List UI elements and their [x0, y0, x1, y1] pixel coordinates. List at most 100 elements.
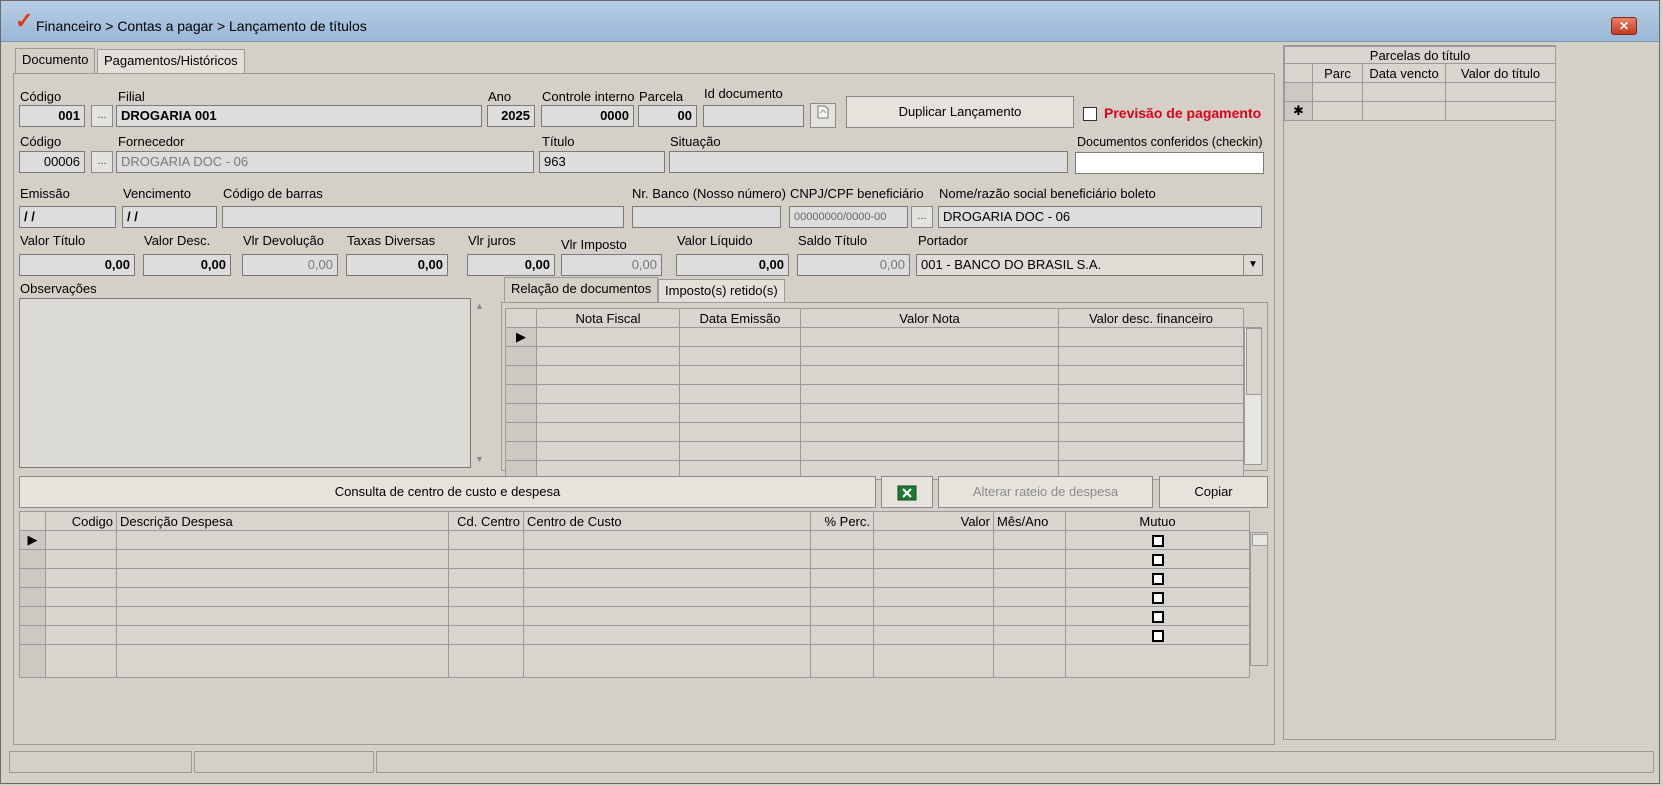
observacoes-textarea[interactable] — [19, 298, 471, 468]
mutuo-checkbox[interactable] — [1151, 630, 1164, 643]
scroll-down-icon[interactable]: ▼ — [475, 454, 487, 464]
col-data-emissao[interactable]: Data Emissão — [679, 308, 801, 328]
mutuo-checkbox[interactable] — [1151, 592, 1164, 605]
vencimento-field[interactable]: / / — [122, 206, 217, 228]
col-nota-fiscal[interactable]: Nota Fiscal — [536, 308, 680, 328]
centro-custo-scrollbar[interactable] — [1250, 532, 1268, 666]
documentos-scrollbar[interactable] — [1244, 327, 1262, 465]
controle-interno-field[interactable]: 0000 — [541, 105, 634, 127]
mutuo-checkbox[interactable] — [1151, 535, 1164, 548]
centro-custo-grid-header: Codigo Descrição Despesa Cd. Centro Cent… — [19, 511, 1250, 531]
parcela-field[interactable]: 00 — [638, 105, 697, 127]
table-row[interactable]: ▶ — [19, 530, 1250, 550]
portador-select[interactable]: 001 - BANCO DO BRASIL S.A. ▼ — [916, 254, 1263, 276]
checkin-label: Documentos conferidos (checkin) — [1077, 135, 1263, 149]
table-row[interactable] — [505, 403, 1244, 423]
tab-documento[interactable]: Documento — [15, 48, 96, 74]
observacoes-label: Observações — [20, 281, 97, 296]
col-centro-custo[interactable]: Centro de Custo — [523, 511, 811, 531]
col-valor-titulo[interactable]: Valor do título — [1444, 63, 1557, 83]
tab-pagamentos[interactable]: Pagamentos/Históricos — [97, 49, 245, 73]
id-documento-field[interactable] — [703, 105, 804, 127]
mutuo-checkbox[interactable] — [1151, 554, 1164, 567]
tab-relacao-documentos[interactable]: Relação de documentos — [504, 277, 659, 303]
checkin-field[interactable] — [1075, 152, 1264, 174]
filial-field[interactable]: DROGARIA 001 — [116, 105, 482, 127]
col-parc[interactable]: Parc — [1312, 63, 1363, 83]
scroll-up-icon[interactable]: ▲ — [475, 301, 487, 311]
scrollbar-thumb[interactable] — [1252, 534, 1268, 546]
col-codigo[interactable]: Codigo — [45, 511, 117, 531]
titulo-field[interactable]: 963 — [539, 151, 665, 173]
ano-field[interactable]: 2025 — [487, 105, 535, 127]
table-row[interactable] — [505, 441, 1244, 461]
mutuo-checkbox[interactable] — [1151, 611, 1164, 624]
table-row[interactable] — [19, 587, 1250, 607]
check-logo-icon: ✓ — [15, 8, 34, 33]
codigo-filial-field[interactable]: 001 — [19, 105, 85, 127]
col-valor[interactable]: Valor — [873, 511, 994, 531]
duplicar-lancamento-button[interactable]: Duplicar Lançamento — [846, 96, 1074, 128]
cnpj-lookup-button[interactable]: ... — [911, 206, 933, 228]
consulta-centro-custo-button[interactable]: Consulta de centro de custo e despesa — [19, 476, 876, 508]
table-row[interactable] — [19, 606, 1250, 626]
table-row[interactable] — [19, 549, 1250, 569]
codigo-barras-field[interactable] — [222, 206, 624, 228]
nr-banco-field[interactable] — [632, 206, 781, 228]
valor-desc-field[interactable]: 0,00 — [143, 254, 231, 276]
mutuo-checkbox[interactable] — [1151, 573, 1164, 586]
vencimento-label: Vencimento — [123, 186, 191, 201]
taxas-diversas-field[interactable]: 0,00 — [346, 254, 448, 276]
vlr-devolucao-label: Vlr Devolução — [243, 233, 324, 248]
table-row[interactable] — [505, 365, 1244, 385]
table-row[interactable] — [505, 346, 1244, 366]
col-mes-ano[interactable]: Mês/Ano — [993, 511, 1066, 531]
scrollbar-thumb[interactable] — [1246, 328, 1262, 395]
table-row[interactable]: ▶ — [505, 327, 1244, 347]
codigo-barras-label: Código de barras — [223, 186, 323, 201]
copiar-button[interactable]: Copiar — [1159, 476, 1268, 508]
cnpj-beneficiario-field[interactable]: 00000000/0000-00 — [789, 206, 908, 228]
valor-liquido-field: 0,00 — [676, 254, 789, 276]
nome-beneficiario-field[interactable]: DROGARIA DOC - 06 — [938, 206, 1262, 228]
attach-document-button[interactable] — [810, 103, 836, 128]
export-excel-button[interactable] — [881, 476, 933, 508]
col-valor-desc-financeiro[interactable]: Valor desc. financeiro — [1058, 308, 1244, 328]
emissao-label: Emissão — [20, 186, 70, 201]
nome-beneficiario-label: Nome/razão social beneficiário boleto — [939, 186, 1156, 201]
col-perc[interactable]: % Perc. — [810, 511, 874, 531]
controle-interno-label: Controle interno — [542, 89, 635, 104]
table-row[interactable]: ✱ — [1284, 101, 1557, 121]
previsao-pagamento-checkbox[interactable] — [1083, 107, 1097, 121]
valor-titulo-field[interactable]: 0,00 — [19, 254, 135, 276]
codigo-fornecedor-field[interactable]: 00006 — [19, 151, 85, 173]
col-data-vencto[interactable]: Data vencto — [1362, 63, 1446, 83]
parcela-label: Parcela — [639, 89, 684, 104]
codigo-fornecedor-lookup-button[interactable]: ... — [91, 151, 113, 173]
alterar-rateio-button[interactable]: Alterar rateio de despesa — [938, 476, 1153, 508]
chevron-down-icon[interactable]: ▼ — [1243, 255, 1262, 275]
col-descricao-despesa[interactable]: Descrição Despesa — [116, 511, 449, 531]
saldo-titulo-label: Saldo Título — [798, 233, 868, 248]
table-row[interactable] — [505, 384, 1244, 404]
filial-label: Filial — [118, 89, 145, 104]
table-row[interactable] — [505, 422, 1244, 442]
codigo-filial-lookup-button[interactable]: ... — [91, 105, 113, 127]
col-cd-centro[interactable]: Cd. Centro — [448, 511, 524, 531]
col-valor-nota[interactable]: Valor Nota — [800, 308, 1059, 328]
col-mutuo[interactable]: Mutuo — [1065, 511, 1250, 531]
valor-titulo-label: Valor Título — [20, 233, 86, 248]
table-row[interactable] — [19, 568, 1250, 588]
table-row[interactable] — [1284, 82, 1557, 102]
portador-value: 001 - BANCO DO BRASIL S.A. — [921, 257, 1102, 272]
table-row[interactable] — [19, 625, 1250, 645]
codigo-fornecedor-label: Código — [20, 134, 62, 149]
fornecedor-field[interactable]: DROGARIA DOC - 06 — [116, 151, 534, 173]
emissao-field[interactable]: / / — [19, 206, 116, 228]
vlr-juros-field[interactable]: 0,00 — [467, 254, 555, 276]
close-button[interactable]: ✕ — [1611, 17, 1637, 35]
tab-impostos-retidos[interactable]: Imposto(s) retido(s) — [658, 279, 785, 303]
status-panel-3 — [376, 751, 1654, 773]
document-icon — [817, 105, 829, 119]
parcelas-grid: Parcelas do título Parc Data vencto Valo… — [1283, 46, 1557, 121]
